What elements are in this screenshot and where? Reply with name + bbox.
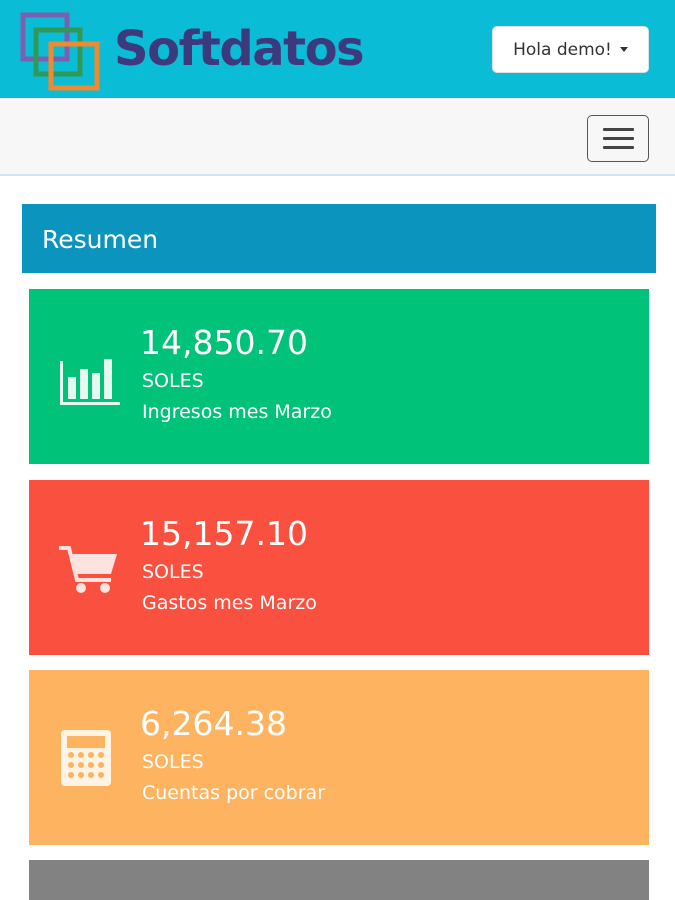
calculator-icon: [61, 730, 111, 786]
expenses-currency: SOLES: [142, 561, 204, 583]
income-currency: SOLES: [142, 370, 204, 392]
brand-name: Softdatos: [114, 21, 365, 77]
bar-chart-icon: [60, 359, 120, 405]
hamburger-icon-bar: [603, 146, 634, 149]
caret-down-icon: [619, 47, 628, 52]
receivables-amount: 6,264.38: [140, 704, 287, 743]
shopping-cart-icon: [59, 546, 117, 593]
user-menu-button[interactable]: Hola demo!: [492, 26, 649, 73]
expenses-caption: Gastos mes Marzo: [142, 592, 317, 614]
hamburger-icon-bar: [603, 137, 634, 140]
income-card[interactable]: 14,850.70 SOLES Ingresos mes Marzo: [29, 289, 649, 464]
hamburger-icon-bar: [603, 128, 634, 131]
summary-header: Resumen: [22, 204, 656, 273]
logo-icon: [20, 12, 100, 91]
menu-toggle-button[interactable]: [587, 115, 649, 162]
expenses-amount: 15,157.10: [140, 514, 308, 553]
top-header: Softdatos Hola demo!: [0, 0, 675, 98]
receivables-caption: Cuentas por cobrar: [142, 782, 326, 804]
navbar: [0, 98, 675, 176]
receivables-card[interactable]: 6,264.38 SOLES Cuentas por cobrar: [29, 670, 649, 845]
summary-card-partial[interactable]: [29, 860, 649, 900]
user-menu-label: Hola demo!: [513, 39, 612, 60]
expenses-card[interactable]: 15,157.10 SOLES Gastos mes Marzo: [29, 480, 649, 655]
income-caption: Ingresos mes Marzo: [142, 401, 332, 423]
receivables-currency: SOLES: [142, 751, 204, 773]
income-amount: 14,850.70: [140, 323, 308, 362]
